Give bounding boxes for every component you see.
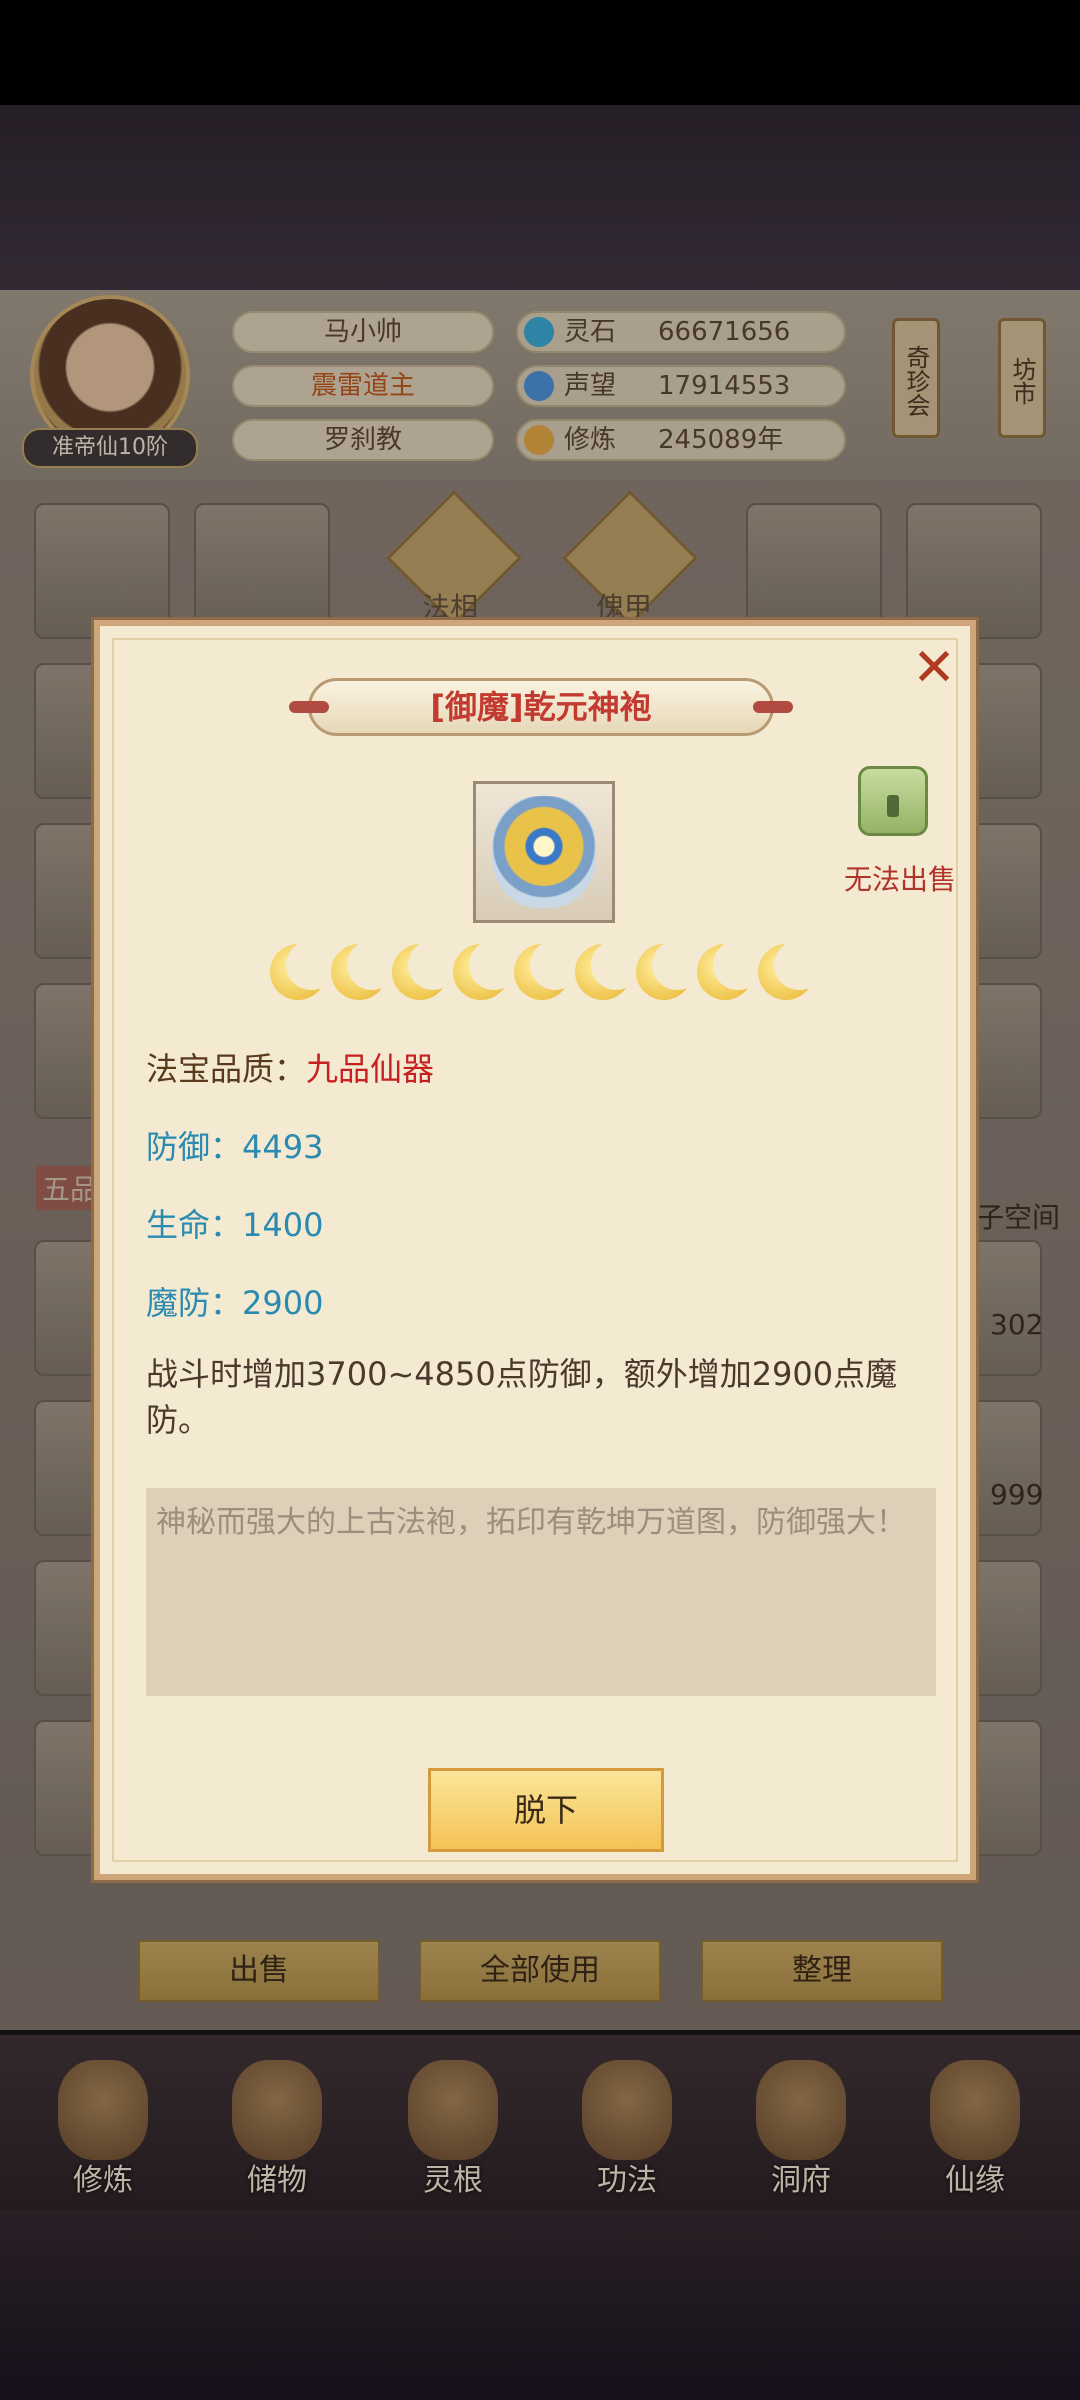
- moon-icon: [270, 940, 336, 1000]
- flavor-text: 神秘而强大的上古法袍，拓印有乾坤万道图，防御强大！: [146, 1488, 936, 1696]
- robe-icon: [492, 796, 596, 908]
- health-attr: 生命：1400: [146, 1206, 324, 1244]
- bottom-backdrop: [0, 2210, 1080, 2400]
- star-rating: [270, 940, 824, 1008]
- lock-icon: [858, 766, 928, 836]
- moon-icon: [758, 940, 824, 1000]
- title-banner: [御魔]乾元神袍: [289, 678, 793, 736]
- quality-row: 法宝品质：九品仙器: [146, 1044, 434, 1090]
- moon-icon: [575, 940, 641, 1000]
- close-icon[interactable]: ✕: [910, 642, 958, 694]
- magic-defense-attr: 魔防：2900: [146, 1284, 324, 1322]
- item-detail-modal: [御魔]乾元神袍 ✕ 无法出售 法宝品质：九品仙器 防御：4493 生命：140…: [91, 617, 979, 1883]
- item-icon: [473, 781, 615, 923]
- moon-icon: [392, 940, 458, 1000]
- moon-icon: [453, 940, 519, 1000]
- status-bar: [0, 0, 1080, 105]
- no-sell-label: 无法出售: [843, 863, 956, 896]
- effect-text: 战斗时增加3700~4850点防御，额外增加2900点魔防。: [146, 1355, 898, 1439]
- defense-attr: 防御：4493: [146, 1128, 324, 1166]
- moon-icon: [636, 940, 702, 1000]
- quality-value: 九品仙器: [306, 1050, 435, 1088]
- unequip-button[interactable]: 脱下: [428, 1768, 664, 1852]
- moon-icon: [331, 940, 397, 1000]
- moon-icon: [697, 940, 763, 1000]
- item-title: [御魔]乾元神袍: [430, 688, 652, 726]
- quality-label: 法宝品质：: [146, 1050, 307, 1088]
- moon-icon: [514, 940, 580, 1000]
